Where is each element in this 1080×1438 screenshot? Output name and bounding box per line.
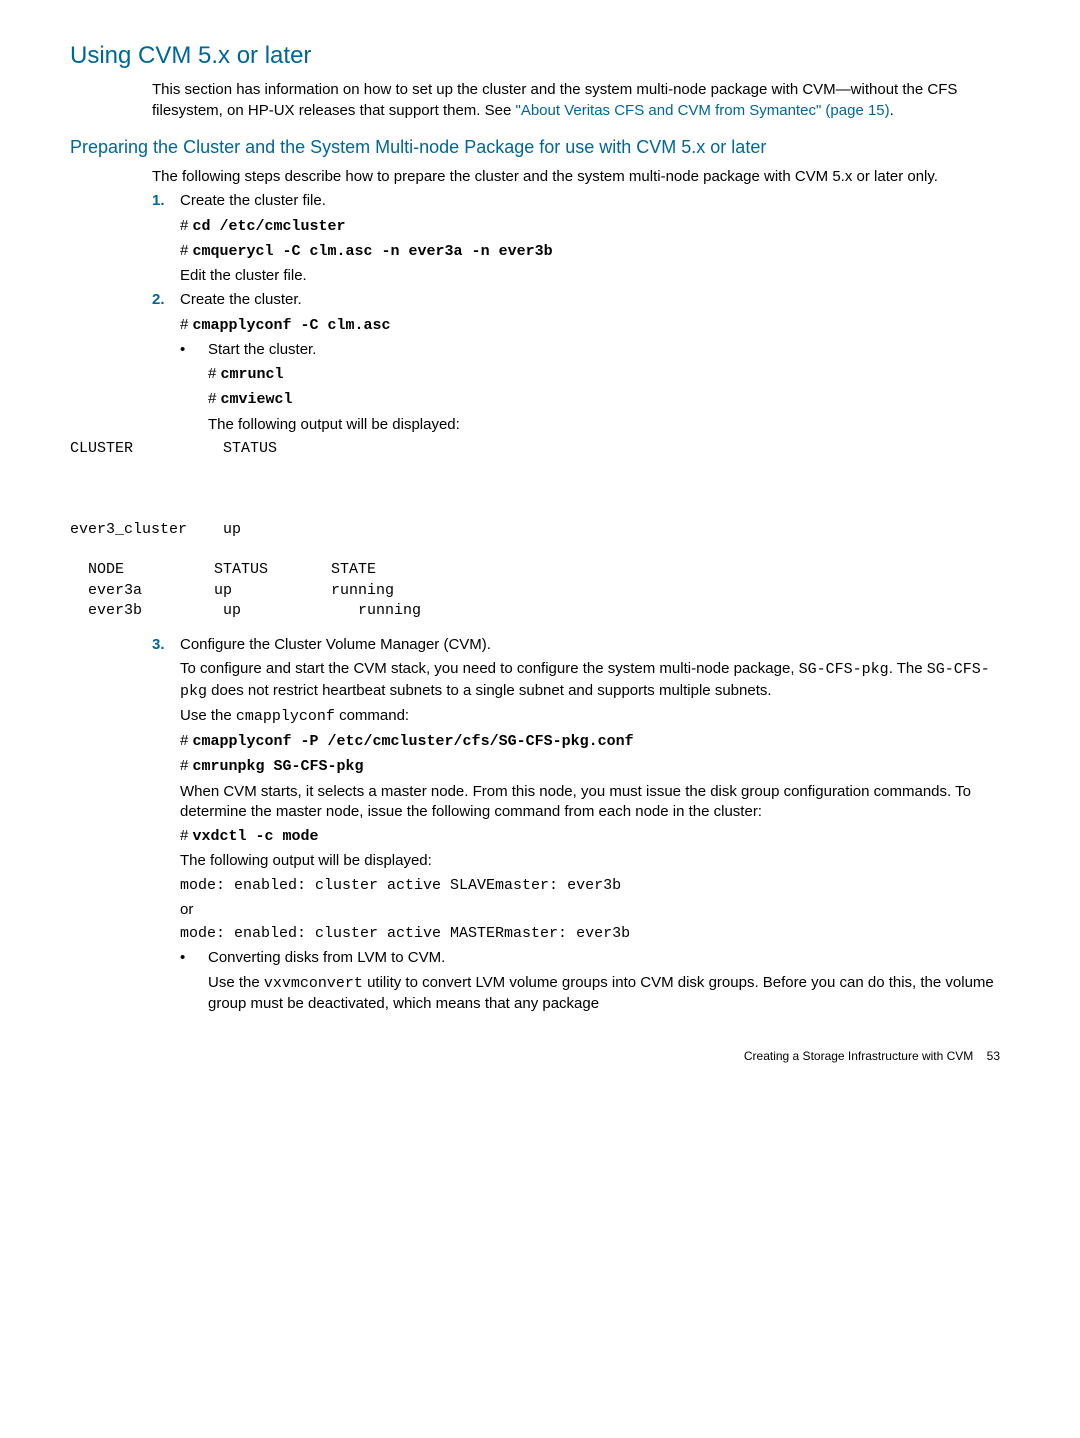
- step-1-cmd2: # cmquerycl -C clm.asc -n ever3a -n ever…: [180, 241, 1010, 262]
- step-3-cmd2: # cmrunpkg SG-CFS-pkg: [180, 756, 1010, 777]
- page-footer: Creating a Storage Infrastructure with C…: [70, 1048, 1010, 1064]
- step-1-cmd1: # cd /etc/cmcluster: [180, 216, 1010, 237]
- step-3-use: Use the cmapplyconf command:: [180, 706, 1010, 727]
- step-number: 2.: [152, 290, 176, 310]
- hash-prompt: #: [180, 732, 193, 749]
- section-heading: Using CVM 5.x or later: [70, 40, 1010, 72]
- subsection-heading: Preparing the Cluster and the System Mul…: [70, 135, 1010, 159]
- step-3-cmd3: # vxdctl -c mode: [180, 826, 1010, 847]
- step-3-para2: When CVM starts, it selects a master nod…: [180, 782, 1010, 823]
- step-2-output-label: The following output will be displayed:: [208, 415, 1010, 435]
- step-2-cmd3: # cmviewcl: [208, 389, 1010, 410]
- command-text: cmapplyconf -C clm.asc: [193, 317, 391, 334]
- text: does not restrict heartbeat subnets to a…: [207, 682, 772, 699]
- hash-prompt: #: [180, 217, 193, 234]
- step-2-title: Create the cluster.: [180, 290, 1010, 310]
- text: . The: [889, 660, 927, 677]
- cross-reference-link[interactable]: "About Veritas CFS and CVM from Symantec…: [516, 102, 890, 119]
- bullet-text: Start the cluster.: [208, 340, 1010, 360]
- hash-prompt: #: [180, 827, 193, 844]
- step-3-output1: mode: enabled: cluster active SLAVEmaste…: [180, 876, 1010, 896]
- intro-paragraph: This section has information on how to s…: [152, 80, 1010, 121]
- text: command:: [335, 707, 409, 724]
- intro-end: .: [890, 102, 894, 119]
- inline-code: cmapplyconf: [236, 708, 335, 725]
- command-text: cd /etc/cmcluster: [193, 218, 346, 235]
- hash-prompt: #: [180, 757, 193, 774]
- step-number: 1.: [152, 191, 176, 211]
- text: Use the: [208, 974, 264, 991]
- command-text: vxdctl -c mode: [193, 828, 319, 845]
- hash-prompt: #: [208, 390, 221, 407]
- inline-code: SG-CFS-pkg: [799, 661, 889, 678]
- command-text: cmquerycl -C clm.asc -n ever3a -n ever3b: [193, 243, 553, 260]
- step-number: 3.: [152, 635, 176, 655]
- hash-prompt: #: [180, 316, 193, 333]
- command-text: cmrunpkg SG-CFS-pkg: [193, 758, 364, 775]
- bullet-icon: •: [180, 948, 204, 968]
- footer-text: Creating a Storage Infrastructure with C…: [744, 1049, 973, 1063]
- step-1-title: Create the cluster file.: [180, 191, 1010, 211]
- bullet-icon: •: [180, 340, 204, 360]
- step-3-output-label: The following output will be displayed:: [180, 851, 1010, 871]
- step-3-bullet-para: Use the vxvmconvert utility to convert L…: [208, 973, 1010, 1015]
- text: Use the: [180, 707, 236, 724]
- step-1: 1. Create the cluster file.: [152, 191, 1010, 211]
- hash-prompt: #: [208, 365, 221, 382]
- step-3-or: or: [180, 900, 1010, 920]
- command-text: cmruncl: [221, 366, 284, 383]
- bullet-text: Converting disks from LVM to CVM.: [208, 948, 1010, 968]
- step-3-para1: To configure and start the CVM stack, yo…: [180, 659, 1010, 702]
- command-text: cmapplyconf -P /etc/cmcluster/cfs/SG-CFS…: [193, 733, 634, 750]
- step-2-cmd2: # cmruncl: [208, 364, 1010, 385]
- inline-code: vxvmconvert: [264, 975, 363, 992]
- hash-prompt: #: [180, 242, 193, 259]
- step-3-cmd1: # cmapplyconf -P /etc/cmcluster/cfs/SG-C…: [180, 731, 1010, 752]
- command-text: cmviewcl: [221, 391, 293, 408]
- page-number: 53: [987, 1049, 1000, 1063]
- text: To configure and start the CVM stack, yo…: [180, 660, 799, 677]
- step-2-cmd1: # cmapplyconf -C clm.asc: [180, 315, 1010, 336]
- step-3-title: Configure the Cluster Volume Manager (CV…: [180, 635, 1010, 655]
- step-2-bullet: • Start the cluster.: [180, 340, 1010, 360]
- step-2: 2. Create the cluster.: [152, 290, 1010, 310]
- prep-intro: The following steps describe how to prep…: [152, 167, 1010, 187]
- step-1-note: Edit the cluster file.: [180, 266, 1010, 286]
- step-3: 3. Configure the Cluster Volume Manager …: [152, 635, 1010, 655]
- step-2-output: CLUSTER STATUS ever3_cluster up NODE STA…: [70, 439, 1010, 621]
- step-3-output2: mode: enabled: cluster active MASTERmast…: [180, 924, 1010, 944]
- step-3-bullet: • Converting disks from LVM to CVM.: [180, 948, 1010, 968]
